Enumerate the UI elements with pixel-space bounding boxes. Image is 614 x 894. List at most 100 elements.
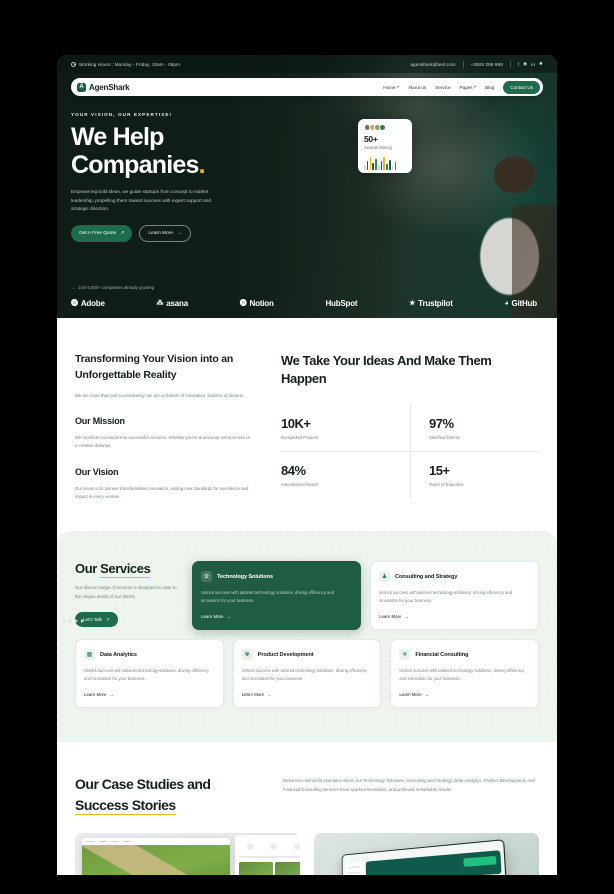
logo-label: Trustpilot	[418, 298, 453, 308]
contact-us-button[interactable]: Contact Us	[503, 80, 540, 94]
adobe-icon: 🅐	[71, 300, 78, 307]
logo-label: Adobe	[80, 298, 105, 308]
heading-line2: Success Stories	[75, 796, 176, 815]
working-hours-text: Working Hours : Monday - Friday, 10am - …	[79, 61, 180, 67]
card-body: Unlock success with tailored technology …	[84, 668, 209, 682]
card-body: Unlock success with tailored technology …	[399, 668, 525, 682]
arrow-up-right-icon: ↗	[120, 231, 125, 237]
logo-label: asana	[166, 298, 188, 308]
learn-more-link[interactable]: Learn More →	[84, 692, 215, 697]
instagram-icon[interactable]: ◉	[523, 61, 527, 67]
card-title: Technology Solutions	[217, 573, 274, 580]
service-card-consulting-and-strategy[interactable]: ♟ Consulting and Strategy Unlock success…	[370, 561, 539, 631]
logos-row: 🅐 Adobe ⁂ asana 🅝 Notion HubSpot ★ Trustpilo…	[71, 298, 537, 308]
chevron-down-icon	[397, 86, 400, 88]
nav-item-pages[interactable]: Pages	[460, 85, 477, 90]
nav-item-blog[interactable]: Blog	[485, 85, 494, 90]
service-card-product-development[interactable]: ✾ Product Development Unlock success wit…	[232, 639, 382, 709]
learn-more-link[interactable]: Learn More →	[201, 614, 352, 619]
service-card-technology-solutions[interactable]: ✿ Technology Solutions Unlock success wi…	[192, 561, 361, 631]
heading-line1: Our Case Studies and	[75, 776, 211, 793]
logo-adobe: 🅐 Adobe	[71, 298, 105, 308]
about-heading: Transforming Your Vision into an Unforge…	[75, 353, 234, 381]
services-heading-underlined: Services	[100, 561, 151, 579]
card-body: Unlock success with tailored technology …	[379, 590, 513, 604]
services-bottom-grid: ▦ Data Analytics Unlock success with tai…	[75, 639, 539, 709]
hero-title-dot: .	[198, 151, 206, 179]
avatar	[379, 124, 386, 131]
divider	[509, 60, 511, 68]
consulting-icon: ♟	[379, 571, 390, 583]
logo-label: GitHub	[511, 298, 537, 308]
brand-logo[interactable]: A AgenShark	[77, 82, 130, 92]
brand-name: AgenShark	[89, 82, 130, 92]
chevron-down-icon	[474, 86, 477, 88]
link-label: Learn More	[201, 614, 224, 620]
email-link[interactable]: agenshark@test.com	[410, 62, 455, 67]
case-studies-heading: Our Case Studies and Success Stories	[75, 774, 255, 815]
awards-badge-card: 50+ Awards Wining	[358, 119, 412, 173]
logo-hubspot: HubSpot	[325, 299, 357, 308]
vision-text: Our vision is to pioneer transformative …	[75, 485, 249, 499]
main-navbar: A AgenShark Home About us Service Pages …	[71, 78, 543, 96]
card-title: Financial Consulting	[415, 651, 469, 658]
logo-asana: ⁂ asana	[156, 299, 188, 308]
working-hours: Working Hours : Monday - Friday, 10am - …	[71, 61, 180, 67]
learn-more-link[interactable]: Learn More →	[379, 614, 530, 619]
case-study-card-zorotin[interactable]: With zorotin	[75, 832, 300, 875]
arrow-right-icon: →	[424, 692, 430, 698]
stat-item: 84% International Reach	[281, 452, 410, 498]
nav-item-service[interactable]: Service	[435, 85, 450, 90]
phone-link[interactable]: +3929 299 999	[471, 62, 503, 67]
arrow-right-icon: →	[176, 231, 182, 237]
dashboard-main	[365, 850, 505, 875]
get-a-free-quote-button[interactable]: Get A Free Quote ↗	[71, 225, 133, 243]
nav-label: About us	[408, 84, 427, 90]
learn-more-link[interactable]: Learn More →	[242, 692, 373, 697]
notion-icon: 🅝	[239, 300, 247, 307]
about-section: Transforming Your Vision into an Unforge…	[57, 318, 557, 532]
avatar-group	[364, 124, 406, 131]
financial-icon: ✵	[399, 649, 411, 661]
service-card-data-analytics[interactable]: ▦ Data Analytics Unlock success with tai…	[75, 639, 224, 709]
awards-count: 50+	[364, 134, 378, 144]
nav-item-about[interactable]: About us	[408, 85, 426, 90]
card-title: Consulting and Strategy	[395, 573, 458, 580]
linkedin-icon[interactable]: in	[531, 62, 535, 67]
panel-thumbnails	[239, 861, 300, 875]
services-heading-plain: Our	[75, 561, 101, 577]
about-left-column: Transforming Your Vision into an Unforge…	[75, 352, 253, 501]
learn-more-link[interactable]: Learn More →	[399, 692, 530, 697]
aerial-field-photo	[82, 844, 230, 875]
hero-content: YOUR VISION, OUR EXPERTISE! We Help Comp…	[57, 96, 317, 243]
mission-text: We transform concepts into successful ve…	[75, 434, 251, 449]
browser-viewport: Working Hours : Monday - Friday, 10am - …	[57, 55, 557, 875]
logos-note-text: Join 5,000+ companies already growing	[78, 285, 155, 290]
dashboard-hero-card	[365, 850, 502, 875]
logo-github: ◕ GitHub	[504, 299, 537, 308]
dribbble-icon[interactable]: ✹	[539, 61, 543, 67]
stat-label: Years of Expertise	[429, 482, 464, 488]
stat-item: 10K+ Completed Projects	[281, 405, 410, 453]
service-card-financial-consulting[interactable]: ✵ Financial Consulting Unlock success wi…	[390, 639, 539, 709]
hero-paragraph: Empowering bold ideas, we guide startups…	[71, 189, 211, 212]
case-study-card-dashboard[interactable]	[314, 832, 539, 875]
stat-item: 97% Satisfied Clients	[410, 405, 539, 453]
product-icon: ✾	[241, 649, 253, 661]
browser-toolbar	[82, 837, 230, 845]
services-top-grid: Our Services Our diverse range of servic…	[75, 561, 539, 631]
social-links: f ◉ in ✹	[518, 61, 543, 67]
hero-learn-more-button[interactable]: Learn More →	[139, 225, 191, 243]
stat-value: 15+	[429, 463, 450, 479]
facebook-icon[interactable]: f	[518, 62, 519, 67]
hero-section: Working Hours : Monday - Friday, 10am - …	[57, 55, 557, 318]
navbar-wrapper: A AgenShark Home About us Service Pages …	[57, 73, 557, 96]
button-label: Learn More	[148, 231, 173, 237]
about-intro: We are more than just a consultancy; we …	[75, 392, 245, 398]
panel-icons	[239, 842, 300, 850]
nav-label: Pages	[459, 84, 473, 90]
divider	[462, 60, 464, 68]
nav-item-home[interactable]: Home	[383, 85, 400, 90]
dashboard-sidebar	[345, 861, 365, 875]
stats-grid: 10K+ Completed Projects 97% Satisfied Cl…	[281, 405, 539, 499]
